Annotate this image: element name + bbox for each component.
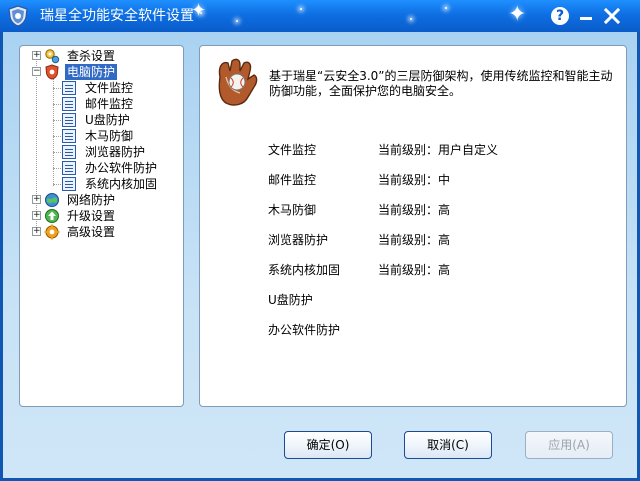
- minimize-button[interactable]: [575, 5, 597, 27]
- tree-label: U盘防护: [85, 113, 130, 127]
- tree-item-scan-settings[interactable]: + 查杀设置: [20, 48, 180, 64]
- tree-label: 网络防护: [67, 193, 116, 207]
- baseball-glove-icon: [218, 58, 258, 106]
- ok-button[interactable]: 确定(O): [284, 431, 372, 459]
- tree-item-file-monitor[interactable]: 文件监控: [20, 80, 180, 96]
- help-button[interactable]: ?: [549, 5, 571, 27]
- intro-text: 基于瑞星“云安全3.0”的三层防御架构，使用传统监控和智能主动防御功能，全面保护…: [269, 69, 613, 98]
- feature-name-browser-protection: 浏览器防护: [268, 233, 329, 247]
- tree-label: 查杀设置: [67, 49, 116, 63]
- window-title: 瑞星全功能安全软件设置: [40, 8, 194, 24]
- tree-item-mail-monitor[interactable]: 邮件监控: [20, 96, 180, 112]
- tree-label: 办公软件防护: [85, 161, 158, 175]
- minimize-icon: [580, 17, 592, 20]
- document-icon: [62, 129, 76, 143]
- tree-expander[interactable]: +: [32, 227, 41, 236]
- tree-item-kernel-hardening[interactable]: 系统内核加固: [20, 176, 180, 192]
- feature-level-trojan-defense: 当前级别：高: [378, 203, 451, 217]
- tree-item-computer-protection[interactable]: − 电脑防护: [20, 64, 180, 80]
- feature-name-office-protection: 办公软件防护: [268, 323, 341, 337]
- protection-summary-panel: 基于瑞星“云安全3.0”的三层防御架构，使用传统监控和智能主动防御功能，全面保护…: [199, 45, 627, 407]
- tree-item-office-protection[interactable]: 办公软件防护: [20, 160, 180, 176]
- tree-item-trojan-defense[interactable]: 木马防御: [20, 128, 180, 144]
- feature-level-browser-protection: 当前级别：高: [378, 233, 451, 247]
- feature-name-file-monitor: 文件监控: [268, 143, 317, 157]
- feature-name-mail-monitor: 邮件监控: [268, 173, 317, 187]
- close-button[interactable]: [601, 5, 623, 27]
- document-icon: [62, 161, 76, 175]
- computer-protection-icon: [45, 64, 59, 80]
- tree-collapser[interactable]: −: [32, 67, 41, 76]
- feature-name-kernel-hardening: 系统内核加固: [268, 263, 341, 277]
- tree-item-update-settings[interactable]: + 升级设置: [20, 208, 180, 224]
- tree-label: 浏览器防护: [85, 145, 146, 159]
- tree-label: 高级设置: [67, 225, 116, 239]
- network-protection-icon: [45, 193, 59, 207]
- tree-expander[interactable]: +: [32, 51, 41, 60]
- tree-expander[interactable]: +: [32, 211, 41, 220]
- feature-name-usb-protection: U盘防护: [268, 293, 313, 307]
- cancel-button[interactable]: 取消(C): [404, 431, 492, 459]
- tree-item-network-protection[interactable]: + 网络防护: [20, 192, 180, 208]
- update-settings-icon: [45, 209, 59, 223]
- feature-level-kernel-hardening: 当前级别：高: [378, 263, 451, 277]
- scan-settings-icon: [45, 49, 60, 64]
- title-bar[interactable]: ✦ ✦ 瑞星全功能安全软件设置 ?: [0, 0, 640, 32]
- feature-level-file-monitor: 当前级别：用户自定义: [378, 143, 499, 157]
- tree-item-advanced-settings[interactable]: + 高级设置: [20, 224, 180, 240]
- tree-label: 电脑防护: [65, 64, 118, 80]
- feature-level-mail-monitor: 当前级别：中: [378, 173, 451, 187]
- advanced-settings-icon: [44, 224, 60, 240]
- document-icon: [62, 177, 76, 191]
- dialog-body: + 查杀设置 − 电脑防护 文件监控 邮件监控 U盘防护 木马防御 浏览器防护 …: [3, 32, 637, 478]
- document-icon: [62, 113, 76, 127]
- tree-label: 升级设置: [67, 209, 116, 223]
- tree-label: 木马防御: [85, 129, 134, 143]
- tree-label: 文件监控: [85, 81, 134, 95]
- rising-shield-icon: [8, 5, 28, 27]
- tree-expander[interactable]: +: [32, 195, 41, 204]
- apply-button-disabled: 应用(A): [525, 431, 613, 459]
- tree-label: 邮件监控: [85, 97, 134, 111]
- document-icon: [62, 145, 76, 159]
- tree-label: 系统内核加固: [85, 177, 158, 191]
- help-icon: ?: [551, 7, 569, 25]
- tree-item-browser-protection[interactable]: 浏览器防护: [20, 144, 180, 160]
- settings-window: ✦ ✦ 瑞星全功能安全软件设置 ? + 查杀设置 − 电脑防护 文件监控 邮件监…: [0, 0, 640, 481]
- close-icon: [604, 8, 620, 24]
- document-icon: [62, 97, 76, 111]
- feature-name-trojan-defense: 木马防御: [268, 203, 317, 217]
- settings-tree[interactable]: + 查杀设置 − 电脑防护 文件监控 邮件监控 U盘防护 木马防御 浏览器防护 …: [19, 45, 184, 407]
- document-icon: [62, 81, 76, 95]
- tree-item-usb-protection[interactable]: U盘防护: [20, 112, 180, 128]
